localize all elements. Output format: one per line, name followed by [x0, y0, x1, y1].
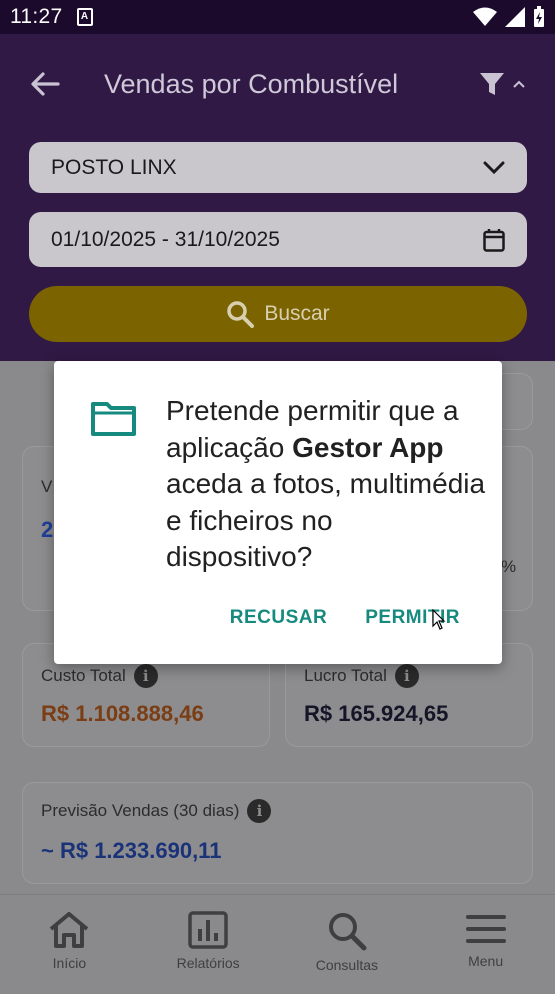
menu-icon [465, 915, 506, 943]
custo-total-value: R$ 1.108.888,46 [41, 701, 204, 726]
deny-button[interactable]: RECUSAR [230, 607, 327, 629]
lucro-total-label: Lucro Total [304, 666, 387, 685]
chevron-up-icon [513, 80, 525, 88]
percent-partial: % [501, 557, 517, 576]
bar-chart-icon [188, 911, 228, 949]
status-bar: 11:27 A [0, 0, 555, 34]
search-icon [227, 301, 255, 328]
nav-inicio[interactable]: Início [0, 895, 139, 994]
info-icon[interactable]: i [247, 799, 272, 823]
notification-icon: A [76, 8, 93, 26]
home-icon [50, 912, 89, 948]
chevron-down-icon [483, 161, 505, 174]
nav-relatorios-label: Relatórios [176, 955, 240, 971]
calendar-icon[interactable] [483, 228, 505, 252]
top-app-bar: Vendas por Combustível [0, 34, 555, 134]
nav-consultas[interactable]: Consultas [278, 895, 417, 994]
search-button[interactable]: Buscar [29, 286, 527, 342]
previsao-value: ~ R$ 1.233.690,11 [41, 838, 222, 863]
previsao-vendas-card: Previsão Vendas (30 dias) i ~ R$ 1.233.6… [22, 782, 533, 884]
mouse-cursor-icon [432, 609, 446, 630]
info-icon[interactable]: i [394, 664, 419, 688]
battery-icon [534, 6, 544, 27]
nav-consultas-label: Consultas [315, 957, 378, 973]
back-arrow-icon[interactable] [30, 71, 60, 97]
app-header: Vendas por Combustível POSTO LINX 01/10/… [0, 34, 555, 361]
station-select[interactable]: POSTO LINX [29, 142, 527, 193]
status-icons [473, 6, 545, 28]
search-button-label: Buscar [264, 302, 330, 325]
date-range-value: 01/10/2025 - 31/10/2025 [51, 227, 280, 251]
filter-toggle[interactable] [479, 71, 525, 97]
previsao-label: Previsão Vendas (30 dias) [41, 801, 240, 820]
custo-total-label: Custo Total [41, 666, 126, 685]
lucro-total-label-wrap: Lucro Total i [304, 664, 419, 688]
vendas-label-partial: V [41, 477, 53, 496]
nav-menu[interactable]: Menu [416, 895, 555, 994]
app-name: Gestor App [292, 431, 444, 463]
nav-relatorios[interactable]: Relatórios [139, 895, 278, 994]
dialog-actions: RECUSAR PERMITIR [230, 607, 460, 629]
filter-icon [480, 73, 504, 95]
folder-icon [91, 402, 136, 436]
custo-total-label-wrap: Custo Total i [41, 664, 158, 688]
page-title: Vendas por Combustível [104, 68, 399, 99]
bottom-navigation: Início Relatórios Consultas Menu [0, 894, 555, 994]
date-range-field[interactable]: 01/10/2025 - 31/10/2025 [29, 212, 527, 267]
message-text-end: aceda a fotos, multimédia e ficheiros no… [166, 468, 486, 572]
wifi-icon [473, 7, 497, 26]
station-select-value: POSTO LINX [51, 155, 177, 179]
status-time: 11:27 [10, 5, 63, 28]
nav-menu-label: Menu [468, 953, 504, 969]
permission-message: Pretende permitir que a aplicação Gestor… [166, 393, 486, 576]
nav-inicio-label: Início [52, 955, 87, 971]
info-icon[interactable]: i [133, 664, 158, 688]
previsao-label-wrap: Previsão Vendas (30 dias) i [41, 799, 272, 823]
lucro-total-value: R$ 165.924,65 [304, 701, 449, 726]
signal-icon [505, 7, 525, 27]
search-icon [328, 913, 367, 951]
vendas-value-partial: 2 [41, 517, 54, 542]
